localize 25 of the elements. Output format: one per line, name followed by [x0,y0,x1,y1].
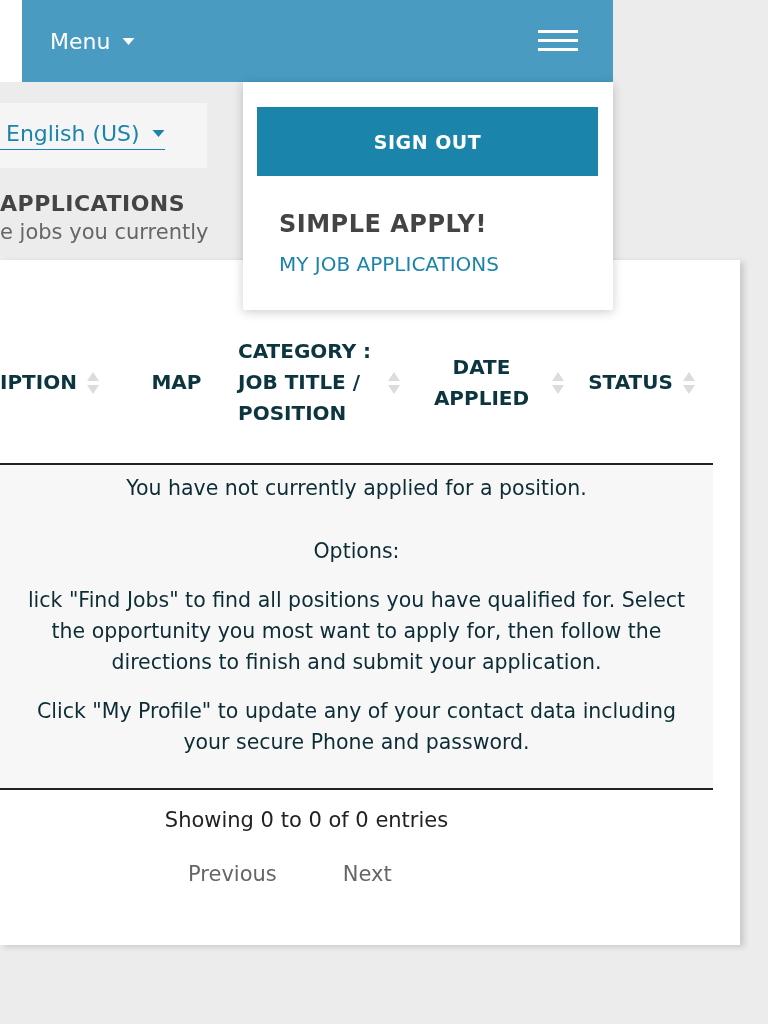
column-header[interactable]: DATE APPLIED [421,351,542,414]
sort-icon[interactable] [388,371,400,394]
column-header[interactable]: MAP [151,367,202,398]
page-title: APPLICATIONS [0,191,187,216]
message-text: Click "My Profile" to update any of your contact data including your secure Phone and password. [35,698,677,756]
column-header[interactable]: STATUS [588,367,673,398]
pagination-link[interactable]: Previous [188,862,277,886]
menu-heading: SIMPLE APPLY! [279,210,488,238]
column-header[interactable]: CATEGORY : JOB TITLE / POSITION [238,336,378,429]
column-header[interactable]: IPTION [0,367,77,398]
table-info: Showing 0 to 0 of 0 entries [163,808,450,832]
sort-icon[interactable] [551,371,564,394]
sign-out-button[interactable]: SIGN OUT [257,107,598,176]
page-subtitle: e jobs you currently [0,220,209,244]
language-select[interactable]: English (US) [0,121,165,150]
sort-icon[interactable] [86,371,99,394]
message-text: You have not currently applied for a position. [125,475,588,502]
menu-link[interactable]: MY JOB APPLICATIONS [279,252,598,276]
caret-icon [151,130,165,137]
message-text: lick "Find Jobs" to find all positions you have qualified for. Select the opportunity you most want to apply for, then follow the directions to finish and submit your application. [26,587,687,676]
pagination-link[interactable]: Next [342,862,392,886]
sort-icon[interactable] [682,371,695,394]
message-text: Options: [312,538,401,565]
caret-icon [122,37,136,45]
menu-icon[interactable] [538,30,578,52]
